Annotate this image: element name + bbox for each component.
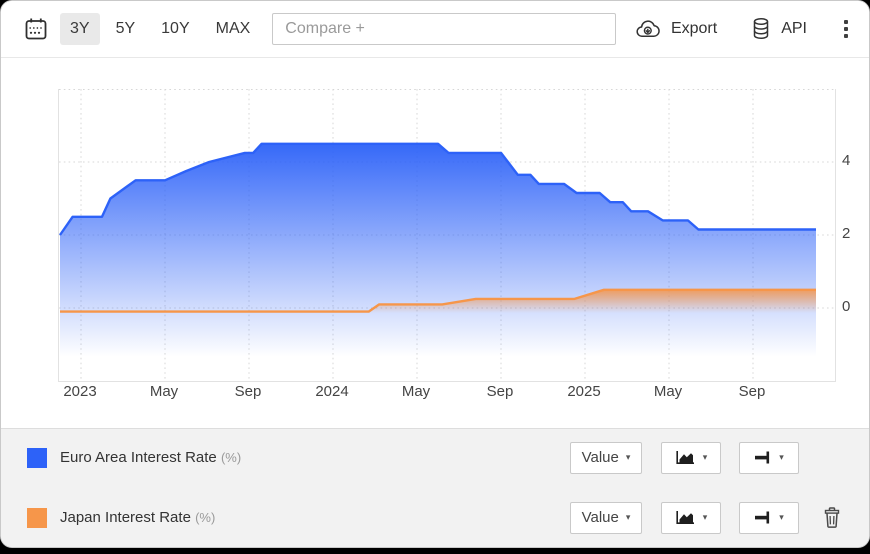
range-button-3y[interactable]: 3Y [60,13,100,45]
x-tick-label: Sep [225,383,271,400]
chevron-down-icon: ▾ [626,453,631,462]
range-button-5y[interactable]: 5Y [106,13,146,45]
calendar-button[interactable] [21,14,51,44]
kebab-menu-button[interactable] [840,16,852,42]
chart-type-dropdown[interactable]: ▾ [661,442,721,474]
cloud-download-icon [634,18,662,40]
area-chart-icon [675,510,695,525]
value-dropdown[interactable]: Value ▾ [570,442,642,474]
line-style-icon [754,510,771,525]
series-unit: (%) [195,510,215,525]
legend-panel: Euro Area Interest Rate (%) Value ▾ ▾ [1,428,869,547]
series-label: Japan Interest Rate (%) [60,509,570,526]
x-tick-label: 2024 [309,383,355,400]
legend-row: Euro Area Interest Rate (%) Value ▾ ▾ [1,441,869,474]
value-dropdown[interactable]: Value ▾ [570,502,642,534]
x-tick-label: 2023 [57,383,103,400]
chevron-down-icon: ▾ [779,513,784,522]
chevron-down-icon: ▾ [703,513,708,522]
interest-rate-chart[interactable] [59,89,835,381]
range-button-max[interactable]: MAX [206,13,261,45]
toolbar: 3Y5Y10YMAX Export [1,1,869,58]
api-label: API [781,20,807,38]
chart-area [58,89,836,382]
y-tick-label: 0 [842,298,868,315]
kebab-menu-icon [844,20,848,24]
y-tick-label: 4 [842,152,868,169]
chevron-down-icon: ▾ [703,453,708,462]
series-unit: (%) [221,450,241,465]
series-color-swatch [27,508,47,528]
trash-icon [822,506,842,529]
compare-input[interactable] [272,13,616,45]
export-label: Export [671,20,717,38]
delete-series-button[interactable] [822,506,842,529]
x-tick-label: May [393,383,439,400]
chevron-down-icon: ▾ [779,453,784,462]
range-group: 3Y5Y10YMAX [60,13,260,45]
x-tick-label: May [645,383,691,400]
area-chart-icon [675,450,695,465]
line-style-icon [754,450,771,465]
calendar-icon [23,16,49,42]
chevron-down-icon: ▾ [626,513,631,522]
legend-row: Japan Interest Rate (%) Value ▾ ▾ [1,501,869,534]
range-button-10y[interactable]: 10Y [151,13,199,45]
app-window: 3Y5Y10YMAX Export [0,0,870,548]
export-button[interactable]: Export [634,18,717,40]
database-icon [750,16,772,42]
api-button[interactable]: API [750,16,807,42]
x-tick-label: May [141,383,187,400]
series-label: Euro Area Interest Rate (%) [60,449,570,466]
x-tick-label: 2025 [561,383,607,400]
chart-type-dropdown[interactable]: ▾ [661,502,721,534]
x-tick-label: Sep [729,383,775,400]
line-style-dropdown[interactable]: ▾ [739,502,799,534]
x-tick-label: Sep [477,383,523,400]
series-color-swatch [27,448,47,468]
line-style-dropdown[interactable]: ▾ [739,442,799,474]
y-tick-label: 2 [842,225,868,242]
